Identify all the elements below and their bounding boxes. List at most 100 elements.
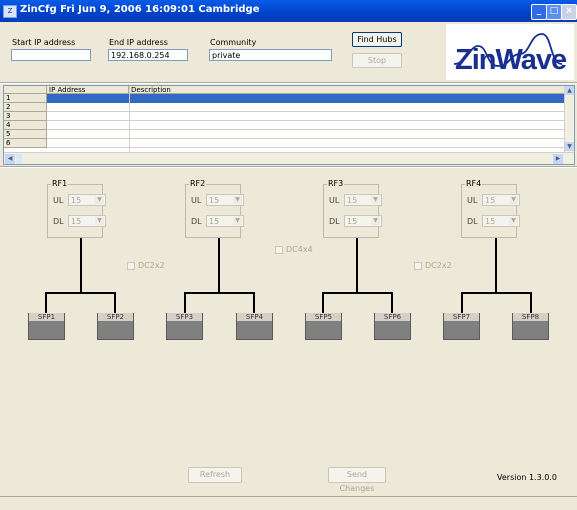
send-changes-button[interactable]: Send Changes [328, 467, 386, 493]
maximize-button[interactable]: □ [546, 4, 562, 20]
rf1-ul-label: UL [53, 196, 64, 205]
start-ip-label: Start IP address [12, 38, 76, 47]
table-row[interactable]: 2 [4, 103, 566, 112]
chevron-down-icon[interactable]: ▼ [95, 196, 104, 204]
close-button[interactable]: × [561, 4, 577, 20]
end-ip-label: End IP address [109, 38, 168, 47]
rf2-group: RF2 UL 15 ▼ DL 15 ▼ [185, 179, 244, 238]
rf1-label: RF1 [51, 179, 69, 188]
rf3-group: RF3 UL 15 ▼ DL 15 ▼ [323, 179, 382, 238]
table-row[interactable]: 3 [4, 112, 566, 121]
sfp2-block[interactable]: SFP2 [97, 313, 134, 340]
table-row[interactable]: 5 [4, 130, 566, 139]
rf3-dl-select[interactable]: 15 ▼ [344, 215, 382, 227]
window-title: ZinCfg Fri Jun 9, 2006 16:09:01 Cambridg… [20, 4, 260, 15]
dc4x4-checkbox[interactable]: DC4x4 [275, 245, 313, 254]
horizontal-scrollbar[interactable]: ◀ ▶ [4, 152, 574, 164]
checkbox-icon[interactable] [127, 261, 135, 270]
scroll-thumb[interactable] [16, 154, 22, 164]
row-header[interactable]: 3 [4, 112, 47, 121]
table-row[interactable]: 4 [4, 121, 566, 130]
vertical-scrollbar[interactable]: ▲ ▼ [564, 86, 574, 152]
scroll-left-icon[interactable]: ◀ [5, 154, 15, 164]
selected-cell[interactable] [47, 94, 566, 103]
sfp7-connector [461, 292, 463, 314]
rf2-dl-value: 15 [209, 217, 220, 226]
table-row[interactable]: 6 [4, 139, 566, 148]
sfp5-connector [322, 292, 324, 314]
scroll-right-icon[interactable]: ▶ [553, 154, 563, 164]
sfp1-block[interactable]: SFP1 [28, 313, 65, 340]
hub-grid[interactable]: IP Address Description 1 2 3 4 5 6 ▲ ▼ ◀… [3, 85, 575, 165]
rf3-ul-select[interactable]: 15 ▼ [344, 194, 382, 206]
sfp3-block[interactable]: SFP3 [166, 313, 203, 340]
rf1-connector [80, 238, 82, 293]
sfp8-label: SFP8 [513, 313, 548, 321]
chevron-down-icon[interactable]: ▼ [95, 217, 104, 225]
row-header[interactable]: 4 [4, 121, 47, 130]
rf2-label: RF2 [189, 179, 207, 188]
chevron-down-icon[interactable]: ▼ [509, 196, 518, 204]
row-header[interactable]: 5 [4, 130, 47, 139]
app-icon[interactable]: Z [3, 5, 17, 18]
grid-corner-header [4, 86, 47, 94]
sfp7-label: SFP7 [444, 313, 479, 321]
chevron-down-icon[interactable]: ▼ [233, 217, 242, 225]
minimize-button[interactable]: _ [531, 4, 547, 20]
dc2x2-label: DC2x2 [425, 261, 452, 270]
row-header[interactable]: 1 [4, 94, 47, 103]
rf2-branch [184, 292, 255, 294]
chevron-down-icon[interactable]: ▼ [371, 196, 380, 204]
scroll-up-icon[interactable]: ▲ [565, 86, 574, 95]
row-header[interactable]: 2 [4, 103, 47, 112]
dc2x2-checkbox-left[interactable]: DC2x2 [127, 261, 165, 270]
sfp6-block[interactable]: SFP6 [374, 313, 411, 340]
rf4-dl-select[interactable]: 15 ▼ [482, 215, 520, 227]
sfp7-block[interactable]: SFP7 [443, 313, 480, 340]
sfp5-block[interactable]: SFP5 [305, 313, 342, 340]
column-header-description[interactable]: Description [129, 86, 566, 94]
end-ip-input[interactable]: 192.168.0.254 [108, 49, 188, 61]
checkbox-icon[interactable] [414, 261, 422, 270]
checkbox-icon[interactable] [275, 245, 283, 254]
rf1-dl-label: DL [53, 217, 64, 226]
sfp6-label: SFP6 [375, 313, 410, 321]
start-ip-input[interactable] [11, 49, 91, 61]
dc2x2-checkbox-right[interactable]: DC2x2 [414, 261, 452, 270]
rf2-ul-label: UL [191, 196, 202, 205]
find-hubs-button[interactable]: Find Hubs [352, 32, 402, 47]
community-input[interactable]: private [209, 49, 332, 61]
sfp4-label: SFP4 [237, 313, 272, 321]
rf1-dl-select[interactable]: 15 ▼ [68, 215, 106, 227]
stop-button[interactable]: Stop [352, 53, 402, 68]
rf4-ul-label: UL [467, 196, 478, 205]
rf4-dl-value: 15 [485, 217, 496, 226]
sfp4-block[interactable]: SFP4 [236, 313, 273, 340]
rf2-dl-select[interactable]: 15 ▼ [206, 215, 244, 227]
rf1-ul-value: 15 [71, 196, 82, 205]
chevron-down-icon[interactable]: ▼ [509, 217, 518, 225]
rf1-dl-value: 15 [71, 217, 82, 226]
row-header[interactable]: 6 [4, 139, 47, 148]
chevron-down-icon[interactable]: ▼ [233, 196, 242, 204]
sfp2-connector [114, 292, 116, 314]
sfp6-connector [391, 292, 393, 314]
chevron-down-icon[interactable]: ▼ [371, 217, 380, 225]
column-header-ip-address[interactable]: IP Address [47, 86, 129, 94]
rf2-dl-label: DL [191, 217, 202, 226]
mid-separator [0, 166, 577, 168]
scroll-down-icon[interactable]: ▼ [565, 142, 574, 151]
rf1-ul-select[interactable]: 15 ▼ [68, 194, 106, 206]
column-divider [129, 86, 130, 152]
sfp8-block[interactable]: SFP8 [512, 313, 549, 340]
rf1-group: RF1 UL 15 ▼ DL 15 ▼ [47, 179, 106, 238]
rf2-ul-value: 15 [209, 196, 220, 205]
table-row[interactable]: 1 [4, 94, 566, 103]
rf4-ul-select[interactable]: 15 ▼ [482, 194, 520, 206]
version-label: Version 1.3.0.0 [497, 473, 557, 482]
rf3-ul-label: UL [329, 196, 340, 205]
sfp5-label: SFP5 [306, 313, 341, 321]
refresh-button[interactable]: Refresh [188, 467, 242, 483]
rf2-ul-select[interactable]: 15 ▼ [206, 194, 244, 206]
rf4-dl-label: DL [467, 217, 478, 226]
